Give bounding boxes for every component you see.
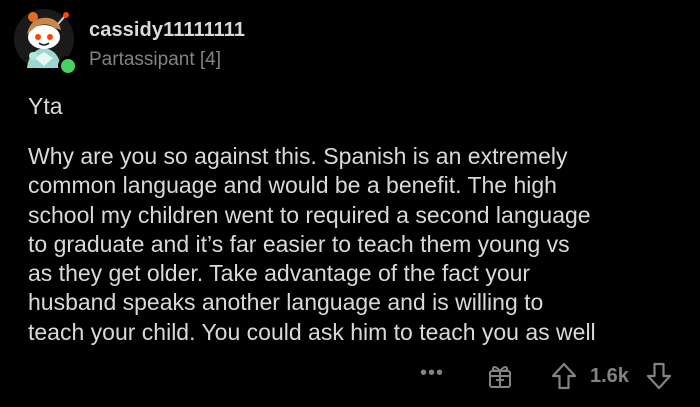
upvote-arrow-icon[interactable] (550, 361, 578, 391)
comment-body: Why are you so against this. Spanish is … (28, 142, 688, 347)
user-flair: Partassipant [4] (89, 49, 222, 70)
comment-card: cassidy11111111 Partassipant [4] Yta Why… (0, 0, 700, 407)
comment-verdict: Yta (28, 93, 63, 119)
comment-body-line: to graduate and it’s far easier to teach… (28, 230, 570, 257)
comment-body-line: as they get older. Take advantage of the… (28, 260, 531, 287)
comment-body-line: husband speaks another language and is w… (28, 289, 544, 316)
downvote-arrow-icon[interactable] (645, 361, 673, 391)
comment-body-line: Why are you so against this. Spanish is … (28, 143, 568, 169)
vote-score: 1.6k (590, 365, 629, 387)
comment-action-bar: ••• 1.6k (0, 360, 700, 394)
online-status-indicator (58, 56, 78, 76)
comment-body-line: teach your child. You could ask him to t… (28, 318, 596, 345)
gift-icon[interactable] (486, 362, 514, 390)
comment-body-line: school my children went to required a se… (28, 201, 591, 228)
comment-body-line: common language and would be a benefit. … (28, 172, 557, 199)
username-link[interactable]: cassidy11111111 (89, 19, 245, 42)
more-options-button[interactable]: ••• (418, 363, 446, 387)
